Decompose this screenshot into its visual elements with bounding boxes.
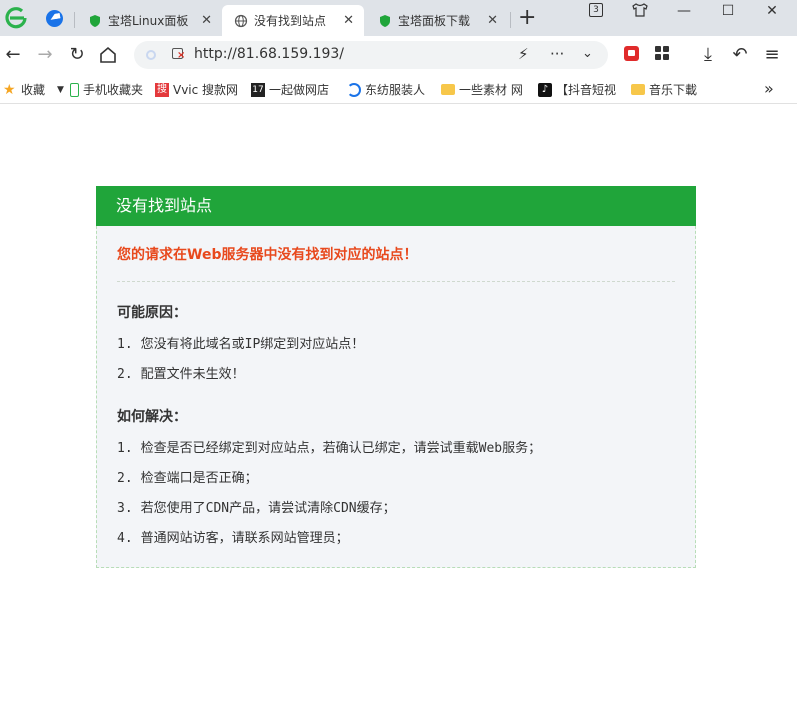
back-button[interactable]: ← (2, 44, 24, 66)
address-bar[interactable]: http://81.68.159.193/ ⚡ ··· ⌄ (134, 41, 608, 69)
card-header: 没有找到站点 (96, 186, 696, 226)
reason-item: 2. 配置文件未生效！ (117, 367, 245, 382)
home-icon[interactable] (98, 45, 118, 65)
swirl-logo-icon (347, 82, 361, 97)
more-icon[interactable]: ··· (550, 45, 564, 63)
solutions-title: 如何解决： (117, 409, 187, 425)
shield-icon (90, 14, 100, 27)
apps-grid-icon[interactable] (655, 46, 669, 60)
chevron-double-right-icon[interactable]: » (764, 79, 774, 98)
tab-separator (510, 12, 511, 28)
tab-strip: 宝塔Linux面板 ✕ 没有找到站点 ✕ 宝塔面板下载 ✕ + 3 — ☐ ✕ (0, 0, 797, 36)
bookmarks-bar: ★ 收藏 ▼ 手机收藏夹 搜 Vvic 搜款网 17 一起做网店 东纺服装人 一… (0, 74, 797, 104)
site-info-icon[interactable] (146, 50, 156, 60)
close-icon[interactable]: ✕ (343, 13, 354, 28)
navigation-extension-icon[interactable] (46, 10, 63, 27)
bookmark-mobile[interactable]: 手机收藏夹 (70, 81, 143, 98)
close-icon[interactable]: ✕ (487, 13, 498, 28)
reload-button[interactable]: ↻ (66, 44, 88, 66)
tab-count-badge[interactable]: 3 (589, 3, 603, 17)
solution-item: 4. 普通网站访客，请联系网站管理员； (117, 531, 349, 546)
browser-toolbar: ← → ↻ http://81.68.159.193/ ⚡ ··· ⌄ ⤓ ↶ … (0, 36, 797, 74)
url-text[interactable]: http://81.68.159.193/ (194, 46, 344, 62)
vvic-logo-icon: 搜 (155, 82, 169, 97)
star-icon: ★ (3, 81, 16, 98)
solution-item: 2. 检查端口是否正确； (117, 471, 258, 486)
folder-icon (441, 84, 455, 95)
tab-baota-panel[interactable]: 宝塔Linux面板 ✕ (76, 5, 222, 36)
tab-baota-download[interactable]: 宝塔面板下载 ✕ (366, 5, 508, 36)
divider (117, 281, 675, 282)
insecure-lock-icon[interactable] (172, 48, 185, 61)
chevron-down-icon[interactable]: ⌄ (582, 46, 593, 61)
browser-logo-icon[interactable] (4, 6, 28, 30)
shirt-skin-icon[interactable] (629, 2, 651, 18)
close-window-button[interactable]: ✕ (761, 3, 783, 19)
tiktok-logo-icon: ♪ (538, 82, 552, 97)
shield-icon (380, 14, 390, 27)
download-icon[interactable]: ⤓ (697, 44, 719, 66)
caret-down-icon: ▼ (57, 84, 64, 95)
error-card: 没有找到站点 您的请求在Web服务器中没有找到对应的站点！ 可能原因： 1. 您没… (96, 186, 696, 568)
bookmark-17zwd[interactable]: 17 一起做网店 (251, 81, 329, 98)
reasons-title: 可能原因： (117, 305, 187, 321)
reason-item: 1. 您没有将此域名或IP绑定到对应站点！ (117, 337, 365, 352)
bookmark-dongfang[interactable]: 东纺服装人 (347, 81, 425, 98)
bookmark-douyin[interactable]: ♪ 【抖音短视 (538, 81, 616, 98)
extension-icon[interactable] (624, 46, 639, 61)
menu-icon[interactable]: ≡ (761, 44, 783, 66)
error-message: 您的请求在Web服务器中没有找到对应的站点！ (117, 247, 418, 263)
tab-site-not-found[interactable]: 没有找到站点 ✕ (222, 5, 364, 36)
lightning-icon[interactable]: ⚡ (518, 45, 529, 63)
folder-icon (631, 84, 645, 95)
phone-icon (70, 82, 79, 97)
17-logo-icon: 17 (251, 82, 265, 97)
forward-button[interactable]: → (34, 44, 56, 66)
page-content: 没有找到站点 您的请求在Web服务器中没有找到对应的站点！ 可能原因： 1. 您没… (0, 105, 797, 726)
minimize-button[interactable]: — (673, 3, 695, 19)
tab-title: 宝塔Linux面板 (108, 14, 189, 28)
tab-separator (74, 12, 75, 28)
bookmark-favorites[interactable]: ★ 收藏 ▼ (3, 81, 64, 98)
close-icon[interactable]: ✕ (201, 13, 212, 28)
undo-icon[interactable]: ↶ (729, 44, 751, 66)
new-tab-button[interactable]: + (518, 6, 536, 30)
maximize-button[interactable]: ☐ (717, 3, 739, 19)
globe-icon (234, 14, 248, 27)
solution-item: 1. 检查是否已经绑定到对应站点，若确认已绑定，请尝试重载Web服务； (117, 441, 542, 456)
bookmark-vvic[interactable]: 搜 Vvic 搜款网 (155, 81, 238, 98)
bookmark-music[interactable]: 音乐下載 (631, 81, 697, 98)
bookmark-materials[interactable]: 一些素材 网 (441, 81, 523, 98)
solution-item: 3. 若您使用了CDN产品，请尝试清除CDN缓存； (117, 501, 396, 516)
